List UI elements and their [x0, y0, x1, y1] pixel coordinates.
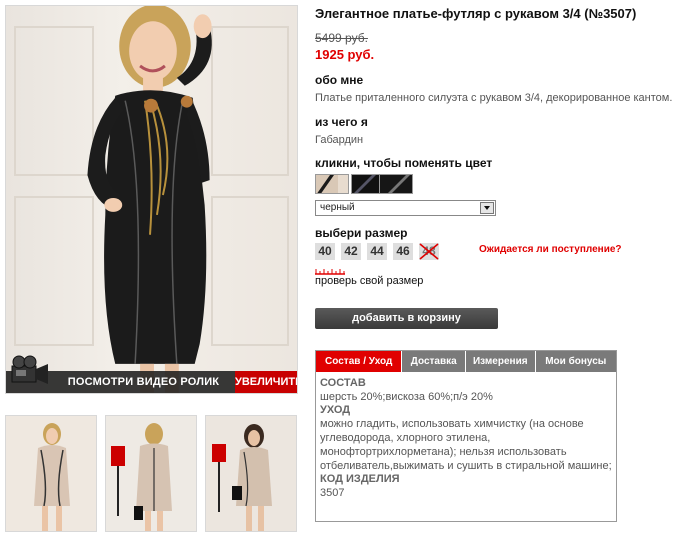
care-heading: УХОД [320, 404, 351, 416]
tab-bar: Состав / Уход Доставка Измерения Мои бон… [316, 351, 616, 372]
chevron-down-icon[interactable] [480, 202, 494, 214]
thumbnail-strip [5, 415, 298, 533]
size-option-46[interactable]: 46 [393, 243, 413, 260]
thumbnail-3[interactable] [205, 415, 297, 532]
thumbnail-model-side-image [212, 424, 272, 531]
size-heading: выбери размер [315, 226, 408, 240]
tab-delivery[interactable]: Доставка [402, 351, 466, 372]
code-text: 3507 [320, 487, 345, 499]
color-select[interactable]: черный [315, 200, 496, 216]
size-option-48-unavailable[interactable]: 48 [419, 243, 439, 260]
composition-heading: СОСТАВ [320, 377, 366, 389]
model-in-black-dress-image [87, 6, 212, 393]
add-to-cart-button[interactable]: добавить в корзину [315, 308, 498, 329]
black-swatch-icon [380, 175, 412, 193]
ruler-icon [315, 269, 345, 275]
size-option-42[interactable]: 42 [341, 243, 361, 260]
zoom-button[interactable]: увеличить [235, 371, 297, 393]
thumbnail-model-front-image [34, 423, 70, 531]
video-camera-icon[interactable] [8, 354, 52, 390]
product-title: Элегантное платье-футляр с рукавом 3/4 (… [315, 6, 637, 21]
color-swatch-black-2[interactable] [379, 174, 413, 194]
watch-video-link[interactable]: посмотри видео ролик [51, 374, 236, 390]
unavailable-cross-icon [419, 243, 439, 260]
tab-content: СОСТАВ шерсть 20%;вискоза 60%;п/э 20% УХ… [320, 377, 612, 500]
color-heading: кликни, чтобы поменять цвет [315, 156, 493, 170]
thumbnail-1[interactable] [5, 415, 97, 532]
tab-composition-care[interactable]: Состав / Уход [316, 351, 403, 372]
composition-text: шерсть 20%;вискоза 60%;п/э 20% [320, 391, 493, 403]
code-heading: КОД ИЗДЕЛИЯ [320, 473, 400, 485]
details-tabs: Состав / Уход Доставка Измерения Мои бон… [315, 350, 617, 522]
tab-measurements[interactable]: Измерения [466, 351, 536, 372]
old-price: 5499 руб. [315, 31, 368, 45]
thumbnail-model-back-image [111, 423, 172, 531]
material-heading: из чего я [315, 115, 368, 129]
about-text: Платье приталенного силуэта с рукавом 3/… [315, 92, 673, 104]
color-swatch-beige[interactable] [315, 174, 349, 194]
main-product-photo[interactable]: посмотри видео ролик увеличить [5, 5, 298, 394]
color-select-value: черный [320, 202, 355, 213]
new-price: 1925 руб. [315, 47, 375, 62]
beige-swatch-icon [316, 175, 348, 193]
material-text: Габардин [315, 134, 364, 146]
care-text: можно гладить, использовать химчистку (н… [320, 418, 612, 472]
tab-bonuses[interactable]: Мои бонусы [535, 351, 616, 372]
thumbnail-2[interactable] [105, 415, 197, 532]
about-heading: обо мне [315, 73, 364, 87]
size-check-link[interactable]: проверь свой размер [315, 275, 423, 287]
size-option-40[interactable]: 40 [315, 243, 335, 260]
size-option-44[interactable]: 44 [367, 243, 387, 260]
stock-notify-link[interactable]: Ожидается ли поступление? [479, 244, 622, 255]
